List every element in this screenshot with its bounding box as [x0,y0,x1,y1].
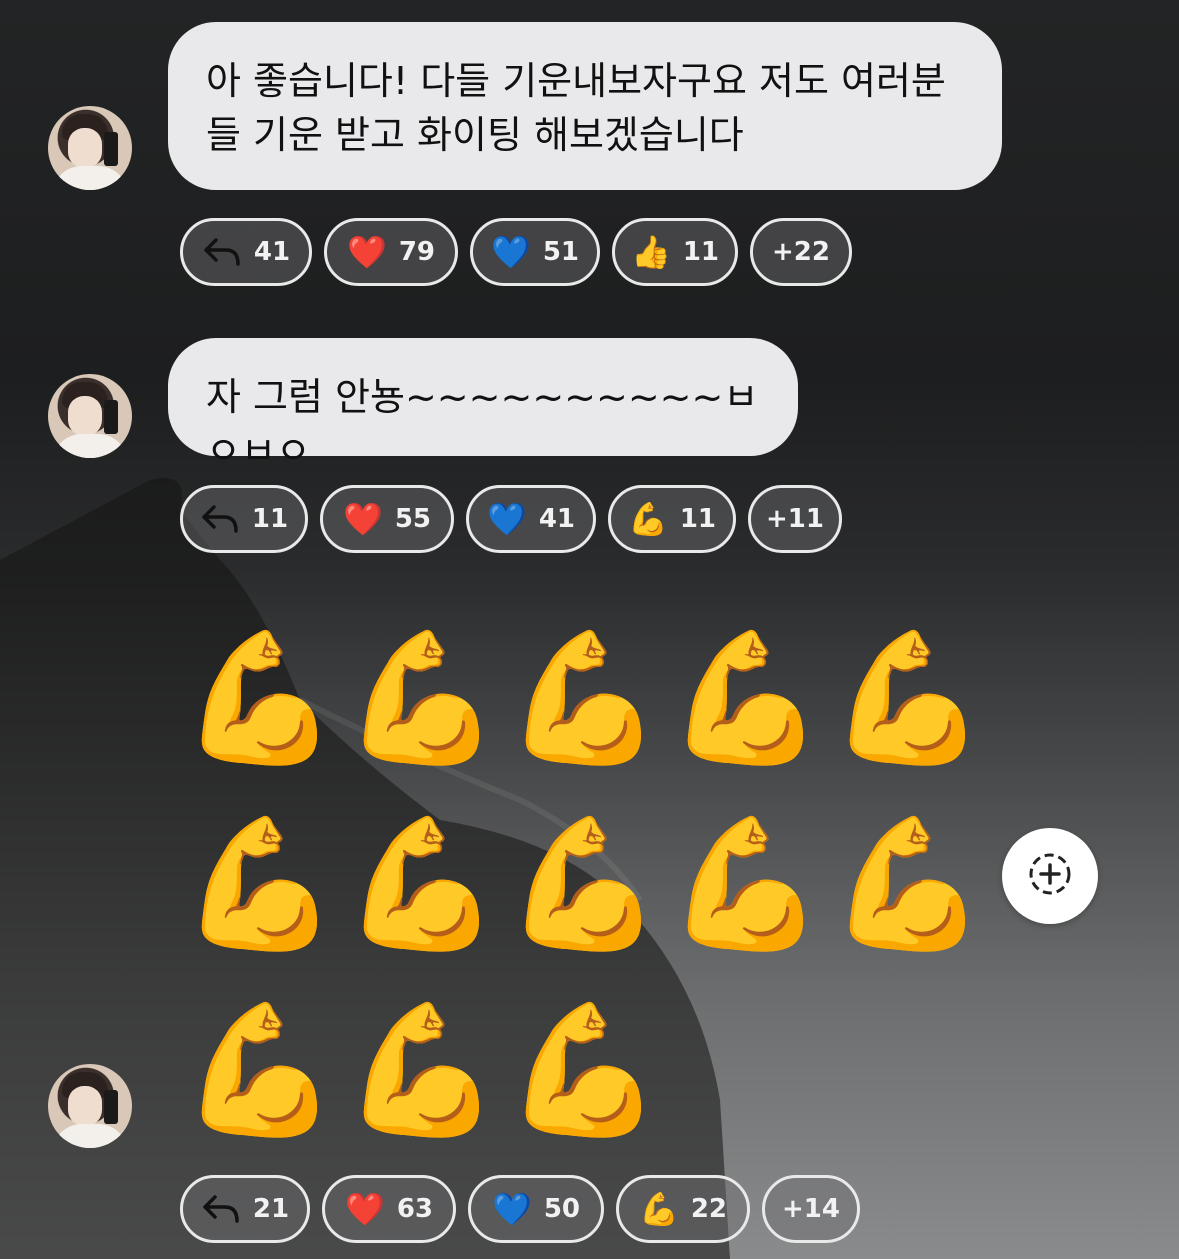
thumbs-up-icon: 👍 [630,233,671,271]
flexed-biceps-emoji: 💪 [828,810,988,959]
reaction-count: 11 [679,504,717,534]
reaction-chip-heart[interactable]: ❤️ 55 [320,485,454,553]
flexed-biceps-emoji: 💪 [504,810,664,959]
reaction-bar: 41 ❤️ 79 💙 51 👍 11 +22 [180,218,852,286]
reaction-chip-heart[interactable]: ❤️ 79 [324,218,458,286]
flexed-biceps-emoji: 💪 [342,996,502,1145]
more-reactions-chip[interactable]: +14 [762,1175,860,1243]
reply-arrow-icon [201,1193,241,1225]
red-heart-icon: ❤️ [346,233,387,271]
blue-heart-icon: 💙 [490,233,531,271]
more-reactions-chip[interactable]: +22 [750,218,852,286]
message-bubble[interactable]: 아 좋습니다! 다들 기운내보자구요 저도 여러분들 기운 받고 화이팅 해보겠… [168,22,1002,190]
flexed-biceps-emoji: 💪 [828,624,988,773]
reaction-count: 63 [396,1194,434,1224]
flexed-biceps-emoji: 💪 [342,810,502,959]
reply-chip[interactable]: 11 [180,485,308,553]
flexed-biceps-emoji: 💪 [180,810,340,959]
reply-count: 41 [253,237,291,267]
reply-arrow-icon [200,503,240,535]
reaction-count: 55 [394,504,432,534]
more-reactions-count: +11 [766,504,824,534]
reaction-chip-flexed-biceps[interactable]: 💪 11 [608,485,736,553]
reply-arrow-icon [202,236,242,268]
reaction-chip-thumbs-up[interactable]: 👍 11 [612,218,738,286]
message-text: 아 좋습니다! 다들 기운내보자구요 저도 여러분들 기운 받고 화이팅 해보겠… [206,59,946,157]
reaction-count: 51 [542,237,580,267]
red-heart-icon: ❤️ [342,500,383,538]
reaction-count: 79 [398,237,436,267]
reaction-chip-heart[interactable]: ❤️ 63 [322,1175,456,1243]
red-heart-icon: ❤️ [344,1190,385,1228]
reaction-bar: 21 ❤️ 63 💙 50 💪 22 +14 [180,1175,860,1243]
blue-heart-icon: 💙 [491,1190,532,1228]
emoji-message[interactable]: 💪 💪 💪 💪 💪 💪 💪 💪 💪 💪 💪 💪 💪 [180,618,1000,1152]
flexed-biceps-emoji: 💪 [504,624,664,773]
reaction-bar: 11 ❤️ 55 💙 41 💪 11 +11 [180,485,842,553]
flexed-biceps-emoji: 💪 [504,996,664,1145]
reaction-count: 11 [682,237,720,267]
blue-heart-icon: 💙 [486,500,527,538]
reply-count: 21 [252,1194,290,1224]
more-reactions-chip[interactable]: +11 [748,485,842,553]
message-text: 자 그럼 안뇽~~~~~~~~~~ㅂㅇㅂㅇ [206,375,759,473]
reaction-count: 41 [538,504,576,534]
avatar[interactable] [48,106,132,190]
reaction-chip-blue-heart[interactable]: 💙 41 [466,485,596,553]
flexed-biceps-emoji: 💪 [666,624,826,773]
reply-chip[interactable]: 21 [180,1175,310,1243]
flexed-biceps-icon: 💪 [627,500,668,538]
reaction-chip-blue-heart[interactable]: 💙 51 [470,218,600,286]
reaction-count: 22 [690,1194,728,1224]
more-reactions-count: +22 [772,237,830,267]
message-bubble[interactable]: 자 그럼 안뇽~~~~~~~~~~ㅂㅇㅂㅇ [168,338,798,473]
reaction-count: 50 [543,1194,581,1224]
more-reactions-count: +14 [782,1194,840,1224]
reply-chip[interactable]: 41 [180,218,312,286]
flexed-biceps-emoji: 💪 [180,624,340,773]
add-reaction-icon [1026,850,1074,902]
reaction-chip-blue-heart[interactable]: 💙 50 [468,1175,604,1243]
avatar[interactable] [48,374,132,458]
reaction-chip-flexed-biceps[interactable]: 💪 22 [616,1175,750,1243]
flexed-biceps-icon: 💪 [638,1190,679,1228]
flexed-biceps-emoji: 💪 [180,996,340,1145]
flexed-biceps-emoji: 💪 [666,810,826,959]
avatar[interactable] [48,1064,132,1148]
flexed-biceps-emoji: 💪 [342,624,502,773]
add-reaction-button[interactable] [1002,828,1098,924]
reply-count: 11 [251,504,289,534]
